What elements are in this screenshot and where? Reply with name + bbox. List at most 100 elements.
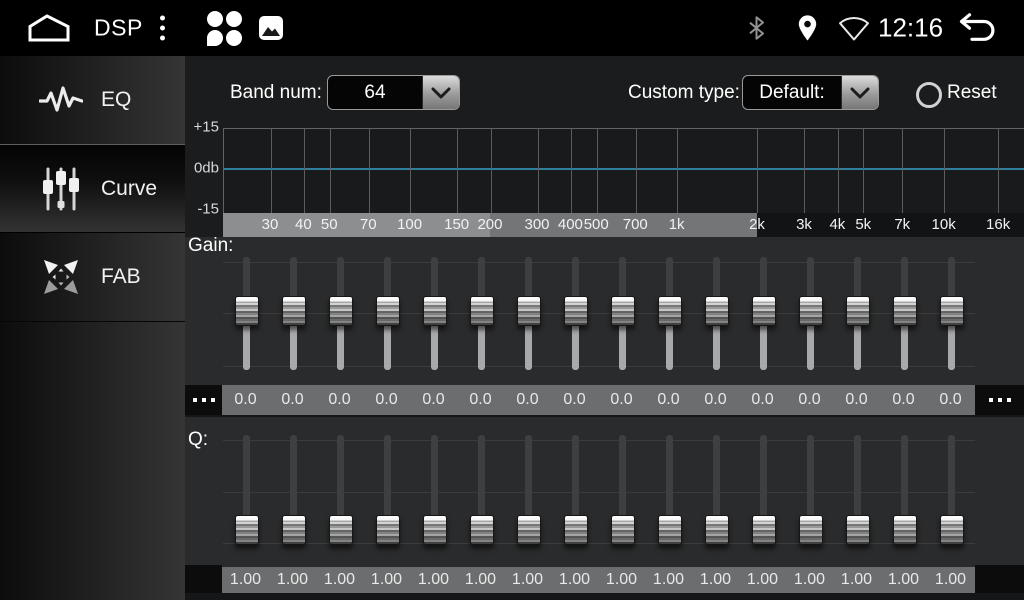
slider-thumb[interactable] [893, 296, 917, 326]
q-slider-12[interactable] [740, 435, 787, 545]
slider-thumb[interactable] [376, 515, 400, 545]
gain-slider-6[interactable] [458, 257, 505, 370]
gain-slider-2[interactable] [270, 257, 317, 370]
gain-slider-15[interactable] [881, 257, 928, 370]
slider-thumb[interactable] [611, 296, 635, 326]
slider-thumb[interactable] [752, 515, 776, 545]
frequency-tick-label: 5k [855, 213, 871, 237]
slider-thumb[interactable] [517, 515, 541, 545]
slider-thumb[interactable] [799, 515, 823, 545]
frequency-tick-label: 30 [262, 213, 279, 237]
slider-thumb[interactable] [470, 515, 494, 545]
gain-label: Gain: [188, 234, 233, 258]
gridline [369, 129, 370, 213]
overflow-menu-icon[interactable] [160, 16, 165, 41]
gridline [863, 129, 864, 213]
frequency-tick-label: 40 [295, 213, 312, 237]
q-slider-5[interactable] [411, 435, 458, 545]
slider-thumb[interactable] [423, 515, 447, 545]
chevron-down-icon[interactable] [841, 76, 878, 109]
gain-slider-7[interactable] [505, 257, 552, 370]
apps-clover-icon[interactable] [207, 10, 243, 46]
q-slider-1[interactable] [223, 435, 270, 545]
slider-thumb[interactable] [611, 515, 635, 545]
slider-thumb[interactable] [564, 515, 588, 545]
gain-slider-4[interactable] [364, 257, 411, 370]
eq-curve-line [224, 168, 1024, 170]
slider-thumb[interactable] [799, 296, 823, 326]
gain-slider-3[interactable] [317, 257, 364, 370]
slider-thumb[interactable] [470, 296, 494, 326]
slider-thumb[interactable] [893, 515, 917, 545]
gain-slider-8[interactable] [552, 257, 599, 370]
gain-value-9: 0.0 [598, 385, 645, 415]
gain-slider-12[interactable] [740, 257, 787, 370]
slider-thumb[interactable] [282, 296, 306, 326]
q-slider-11[interactable] [693, 435, 740, 545]
frequency-tick-label: 400 [558, 213, 583, 237]
slider-thumb[interactable] [752, 296, 776, 326]
reset-radio[interactable] [916, 82, 942, 108]
home-icon[interactable] [27, 13, 71, 43]
slider-thumb[interactable] [658, 515, 682, 545]
slider-thumb[interactable] [376, 296, 400, 326]
sidebar-item-eq[interactable]: EQ [0, 56, 185, 145]
slider-thumb[interactable] [517, 296, 541, 326]
gain-slider-16[interactable] [928, 257, 975, 370]
gain-slider-5[interactable] [411, 257, 458, 370]
gridline [804, 129, 805, 213]
frequency-tick-label: 7k [894, 213, 910, 237]
q-slider-15[interactable] [881, 435, 928, 545]
sidebar-item-curve[interactable]: Curve [0, 144, 185, 233]
gridline [538, 129, 539, 213]
q-slider-13[interactable] [787, 435, 834, 545]
slider-thumb[interactable] [846, 515, 870, 545]
gallery-icon[interactable] [259, 16, 283, 40]
slider-thumb[interactable] [423, 296, 447, 326]
q-slider-6[interactable] [458, 435, 505, 545]
gain-more-left-button[interactable] [185, 385, 222, 415]
sidebar-item-fab[interactable]: FAB [0, 233, 185, 322]
slider-thumb[interactable] [235, 515, 259, 545]
slider-thumb[interactable] [705, 296, 729, 326]
gain-slider-1[interactable] [223, 257, 270, 370]
q-slider-3[interactable] [317, 435, 364, 545]
q-slider-4[interactable] [364, 435, 411, 545]
slider-thumb[interactable] [705, 515, 729, 545]
gain-more-right-button[interactable] [975, 385, 1024, 415]
slider-thumb[interactable] [940, 296, 964, 326]
gain-value-8: 0.0 [551, 385, 598, 415]
back-icon[interactable] [952, 13, 998, 43]
slider-thumb[interactable] [329, 296, 353, 326]
q-slider-7[interactable] [505, 435, 552, 545]
slider-thumb[interactable] [940, 515, 964, 545]
gain-value-2: 0.0 [269, 385, 316, 415]
q-slider-8[interactable] [552, 435, 599, 545]
gain-value-3: 0.0 [316, 385, 363, 415]
gain-value-row: 0.00.00.00.00.00.00.00.00.00.00.00.00.00… [185, 385, 1024, 415]
q-slider-14[interactable] [834, 435, 881, 545]
gain-slider-10[interactable] [646, 257, 693, 370]
q-slider-9[interactable] [599, 435, 646, 545]
q-slider-2[interactable] [270, 435, 317, 545]
chevron-down-icon[interactable] [422, 76, 459, 109]
gain-slider-14[interactable] [834, 257, 881, 370]
slider-thumb[interactable] [564, 296, 588, 326]
gain-slider-13[interactable] [787, 257, 834, 370]
slider-thumb[interactable] [658, 296, 682, 326]
slider-thumb[interactable] [846, 296, 870, 326]
gridline [271, 129, 272, 213]
q-slider-16[interactable] [928, 435, 975, 545]
gain-value-1: 0.0 [222, 385, 269, 415]
slider-thumb[interactable] [329, 515, 353, 545]
custom-type-value: Default: [743, 76, 841, 109]
slider-thumb[interactable] [235, 296, 259, 326]
band-num-select[interactable]: 64 [327, 75, 460, 110]
custom-type-select[interactable]: Default: [742, 75, 879, 110]
q-slider-10[interactable] [646, 435, 693, 545]
gain-slider-11[interactable] [693, 257, 740, 370]
gain-slider-9[interactable] [599, 257, 646, 370]
custom-type-label: Custom type: [628, 75, 740, 110]
slider-thumb[interactable] [282, 515, 306, 545]
y-axis-label-zero: 0db [185, 160, 219, 177]
